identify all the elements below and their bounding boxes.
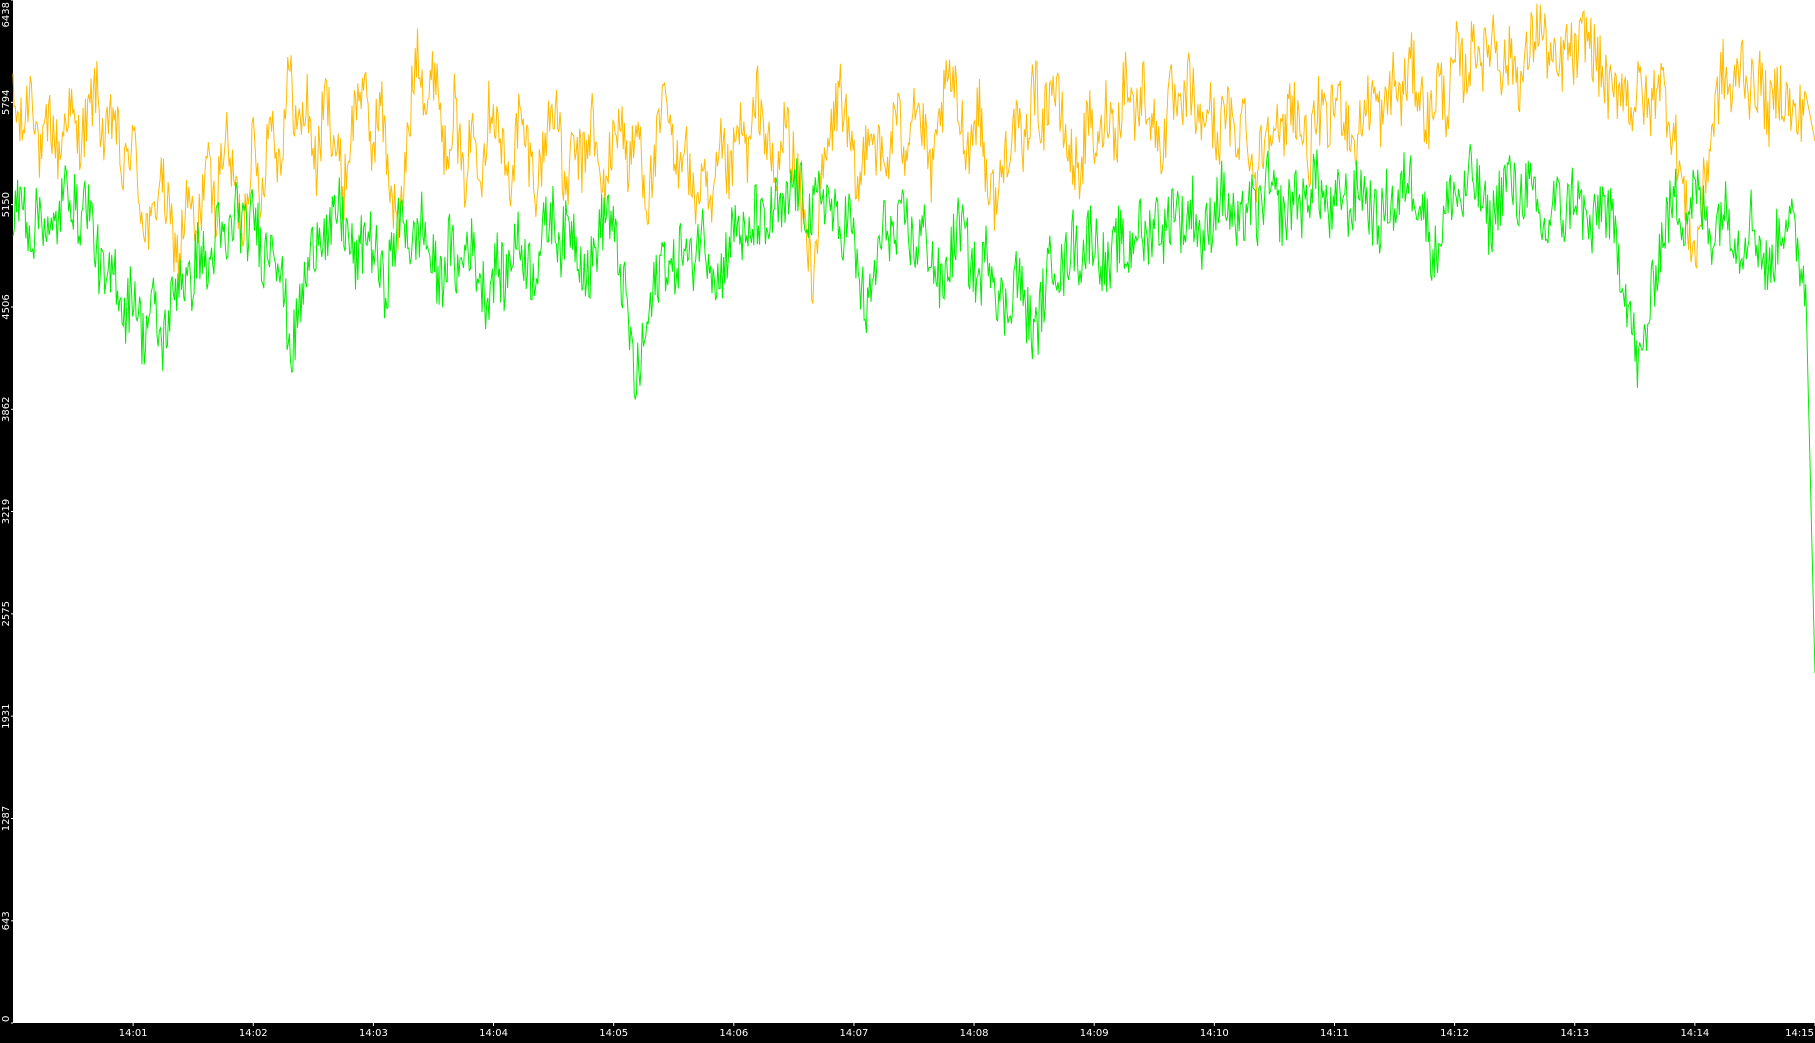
line-chart: 0 643 1287 1931 2575 3219 3862 4506 5150 5794 6438…: [0, 0, 1815, 1039]
x-tick-label: 14:07: [840, 1028, 869, 1039]
x-tick-label: 14:14: [1680, 1028, 1709, 1039]
y-tick-label: 6438: [1, 2, 12, 27]
x-tick-label: 14:10: [1200, 1028, 1229, 1039]
y-tick-label: 5794: [1, 90, 12, 115]
y-tick-label: 5150: [1, 192, 12, 217]
y-tick-label: 0: [1, 1016, 12, 1022]
y-tick-label: 643: [1, 911, 12, 930]
x-tick-label: 14:08: [960, 1028, 989, 1039]
y-tick-label: 1931: [1, 703, 12, 728]
x-tick-label: 14:03: [359, 1028, 388, 1039]
x-tick-label: 14:06: [719, 1028, 748, 1039]
y-tick-label: 4506: [1, 294, 12, 319]
x-tick-label: 14:02: [239, 1028, 268, 1039]
x-tick-label: 14:11: [1320, 1028, 1349, 1039]
x-tick-label: 14:01: [119, 1028, 148, 1039]
y-tick-label: 3862: [1, 397, 12, 422]
chart-svg: 0 643 1287 1931 2575 3219 3862 4506 5150 5794 6438…: [0, 0, 1815, 1039]
y-tick-label: 3219: [1, 499, 12, 524]
x-tick-label: 14:04: [479, 1028, 508, 1039]
x-tick-label: 14:15: [1785, 1028, 1814, 1039]
x-tick-label: 14:05: [599, 1028, 628, 1039]
y-tick-label: 1287: [1, 806, 12, 831]
y-tick-label: 2575: [1, 601, 12, 626]
bottom-axis-strip: [0, 1023, 1815, 1039]
x-tick-label: 14:09: [1080, 1028, 1109, 1039]
x-tick-label: 14:13: [1560, 1028, 1589, 1039]
x-tick-label: 14:12: [1440, 1028, 1469, 1039]
